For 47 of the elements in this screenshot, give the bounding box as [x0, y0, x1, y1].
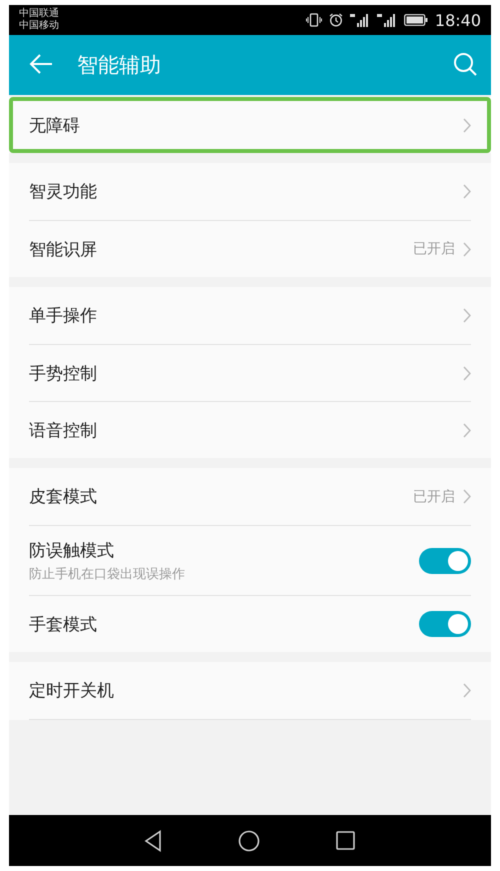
settings-row[interactable]: 智灵功能	[29, 163, 471, 220]
alarm-icon	[328, 13, 343, 27]
settings-row[interactable]: 手套模式	[29, 595, 471, 652]
setting-label: 智灵功能	[29, 181, 98, 203]
signal-icon	[376, 13, 397, 27]
toggle-switch[interactable]	[419, 611, 471, 637]
setting-status: 已开启	[413, 240, 455, 258]
chevron-right-icon	[463, 489, 471, 504]
settings-row[interactable]: 语音控制	[29, 401, 471, 458]
setting-label: 语音控制	[29, 420, 98, 442]
settings-row[interactable]: 单手操作	[29, 287, 471, 344]
clock-time: 18:40	[434, 10, 481, 30]
settings-row[interactable]: 防误触模式 防止手机在口袋出现误操作	[29, 525, 471, 595]
chevron-right-icon	[463, 366, 471, 380]
chevron-right-icon	[463, 683, 471, 698]
settings-row[interactable]: 智能识屏 已开启	[29, 220, 471, 277]
carrier-name: 中国联通	[19, 8, 59, 20]
search-icon	[453, 52, 477, 76]
settings-row[interactable]: 手势控制	[29, 344, 471, 401]
vibrate-icon	[306, 13, 322, 27]
setting-label: 防误触模式	[29, 540, 115, 562]
setting-label: 皮套模式	[29, 486, 98, 508]
battery-icon	[404, 14, 428, 26]
home-button[interactable]	[238, 830, 260, 852]
setting-label: 手套模式	[29, 614, 98, 636]
carrier-name: 中国移动	[19, 20, 59, 32]
setting-label: 单手操作	[29, 305, 98, 327]
chevron-right-icon	[463, 118, 471, 132]
back-arrow-icon	[29, 54, 53, 74]
settings-row[interactable]: 皮套模式 已开启	[29, 468, 471, 525]
setting-label: 手势控制	[29, 362, 98, 384]
chevron-right-icon	[463, 242, 471, 256]
chevron-right-icon	[463, 184, 471, 199]
setting-label: 定时开关机	[29, 680, 115, 702]
recent-apps-button[interactable]	[336, 830, 356, 850]
toggle-switch[interactable]	[419, 548, 471, 574]
setting-status: 已开启	[413, 488, 455, 506]
setting-label: 智能识屏	[29, 238, 98, 260]
page-title: 智能辅助	[77, 52, 162, 79]
highlighted-settings-row[interactable]: 无障碍	[9, 97, 491, 153]
chevron-right-icon	[463, 422, 471, 438]
signal-icon	[350, 13, 370, 27]
setting-label: 无障碍	[29, 114, 81, 136]
search-button[interactable]	[453, 52, 477, 78]
back-button[interactable]	[144, 830, 162, 852]
setting-description: 防止手机在口袋出现误操作	[29, 566, 186, 582]
chevron-right-icon	[463, 308, 471, 323]
